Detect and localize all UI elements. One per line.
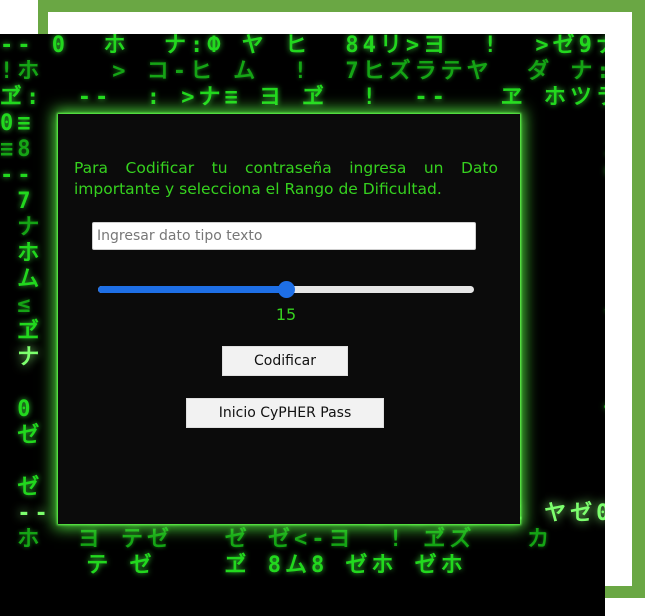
matrix-glyph-row: テ ゼ ヹ 8ム8 ゼホ ゼホ bbox=[0, 553, 467, 578]
matrix-glyph-row: -- 0 ホ ナ:Ф ヤ ヒ 84リ>ヨ ! >ゼ9ナ bbox=[0, 34, 605, 58]
instructions-text: Para Codificar tu contraseña ingresa un … bbox=[74, 159, 498, 198]
encode-button[interactable]: Codificar bbox=[222, 346, 348, 376]
difficulty-value: 15 bbox=[275, 305, 297, 324]
slider-fill bbox=[98, 286, 286, 293]
matrix-glyph-row: !ホ > コ-ヒ ム ! 7ヒズラテヤ ダ ナ:88 8 bbox=[0, 59, 605, 84]
difficulty-slider[interactable] bbox=[98, 281, 474, 298]
matrix-glyph-row: ホ ヨ テゼ ゼ ゼ<-ヨ ! ヹズ カ bbox=[0, 527, 554, 552]
slider-thumb[interactable] bbox=[278, 281, 295, 298]
data-text-input[interactable] bbox=[92, 222, 476, 250]
matrix-glyph-row: ヹ: -- : >ナ≡ ヨ ヹ ! -- ヱ ホツラゼ ゼ bbox=[0, 85, 605, 110]
cipher-panel: Para Codificar tu contraseña ingresa un … bbox=[58, 114, 520, 524]
home-button[interactable]: Inicio CyPHER Pass bbox=[186, 398, 384, 428]
